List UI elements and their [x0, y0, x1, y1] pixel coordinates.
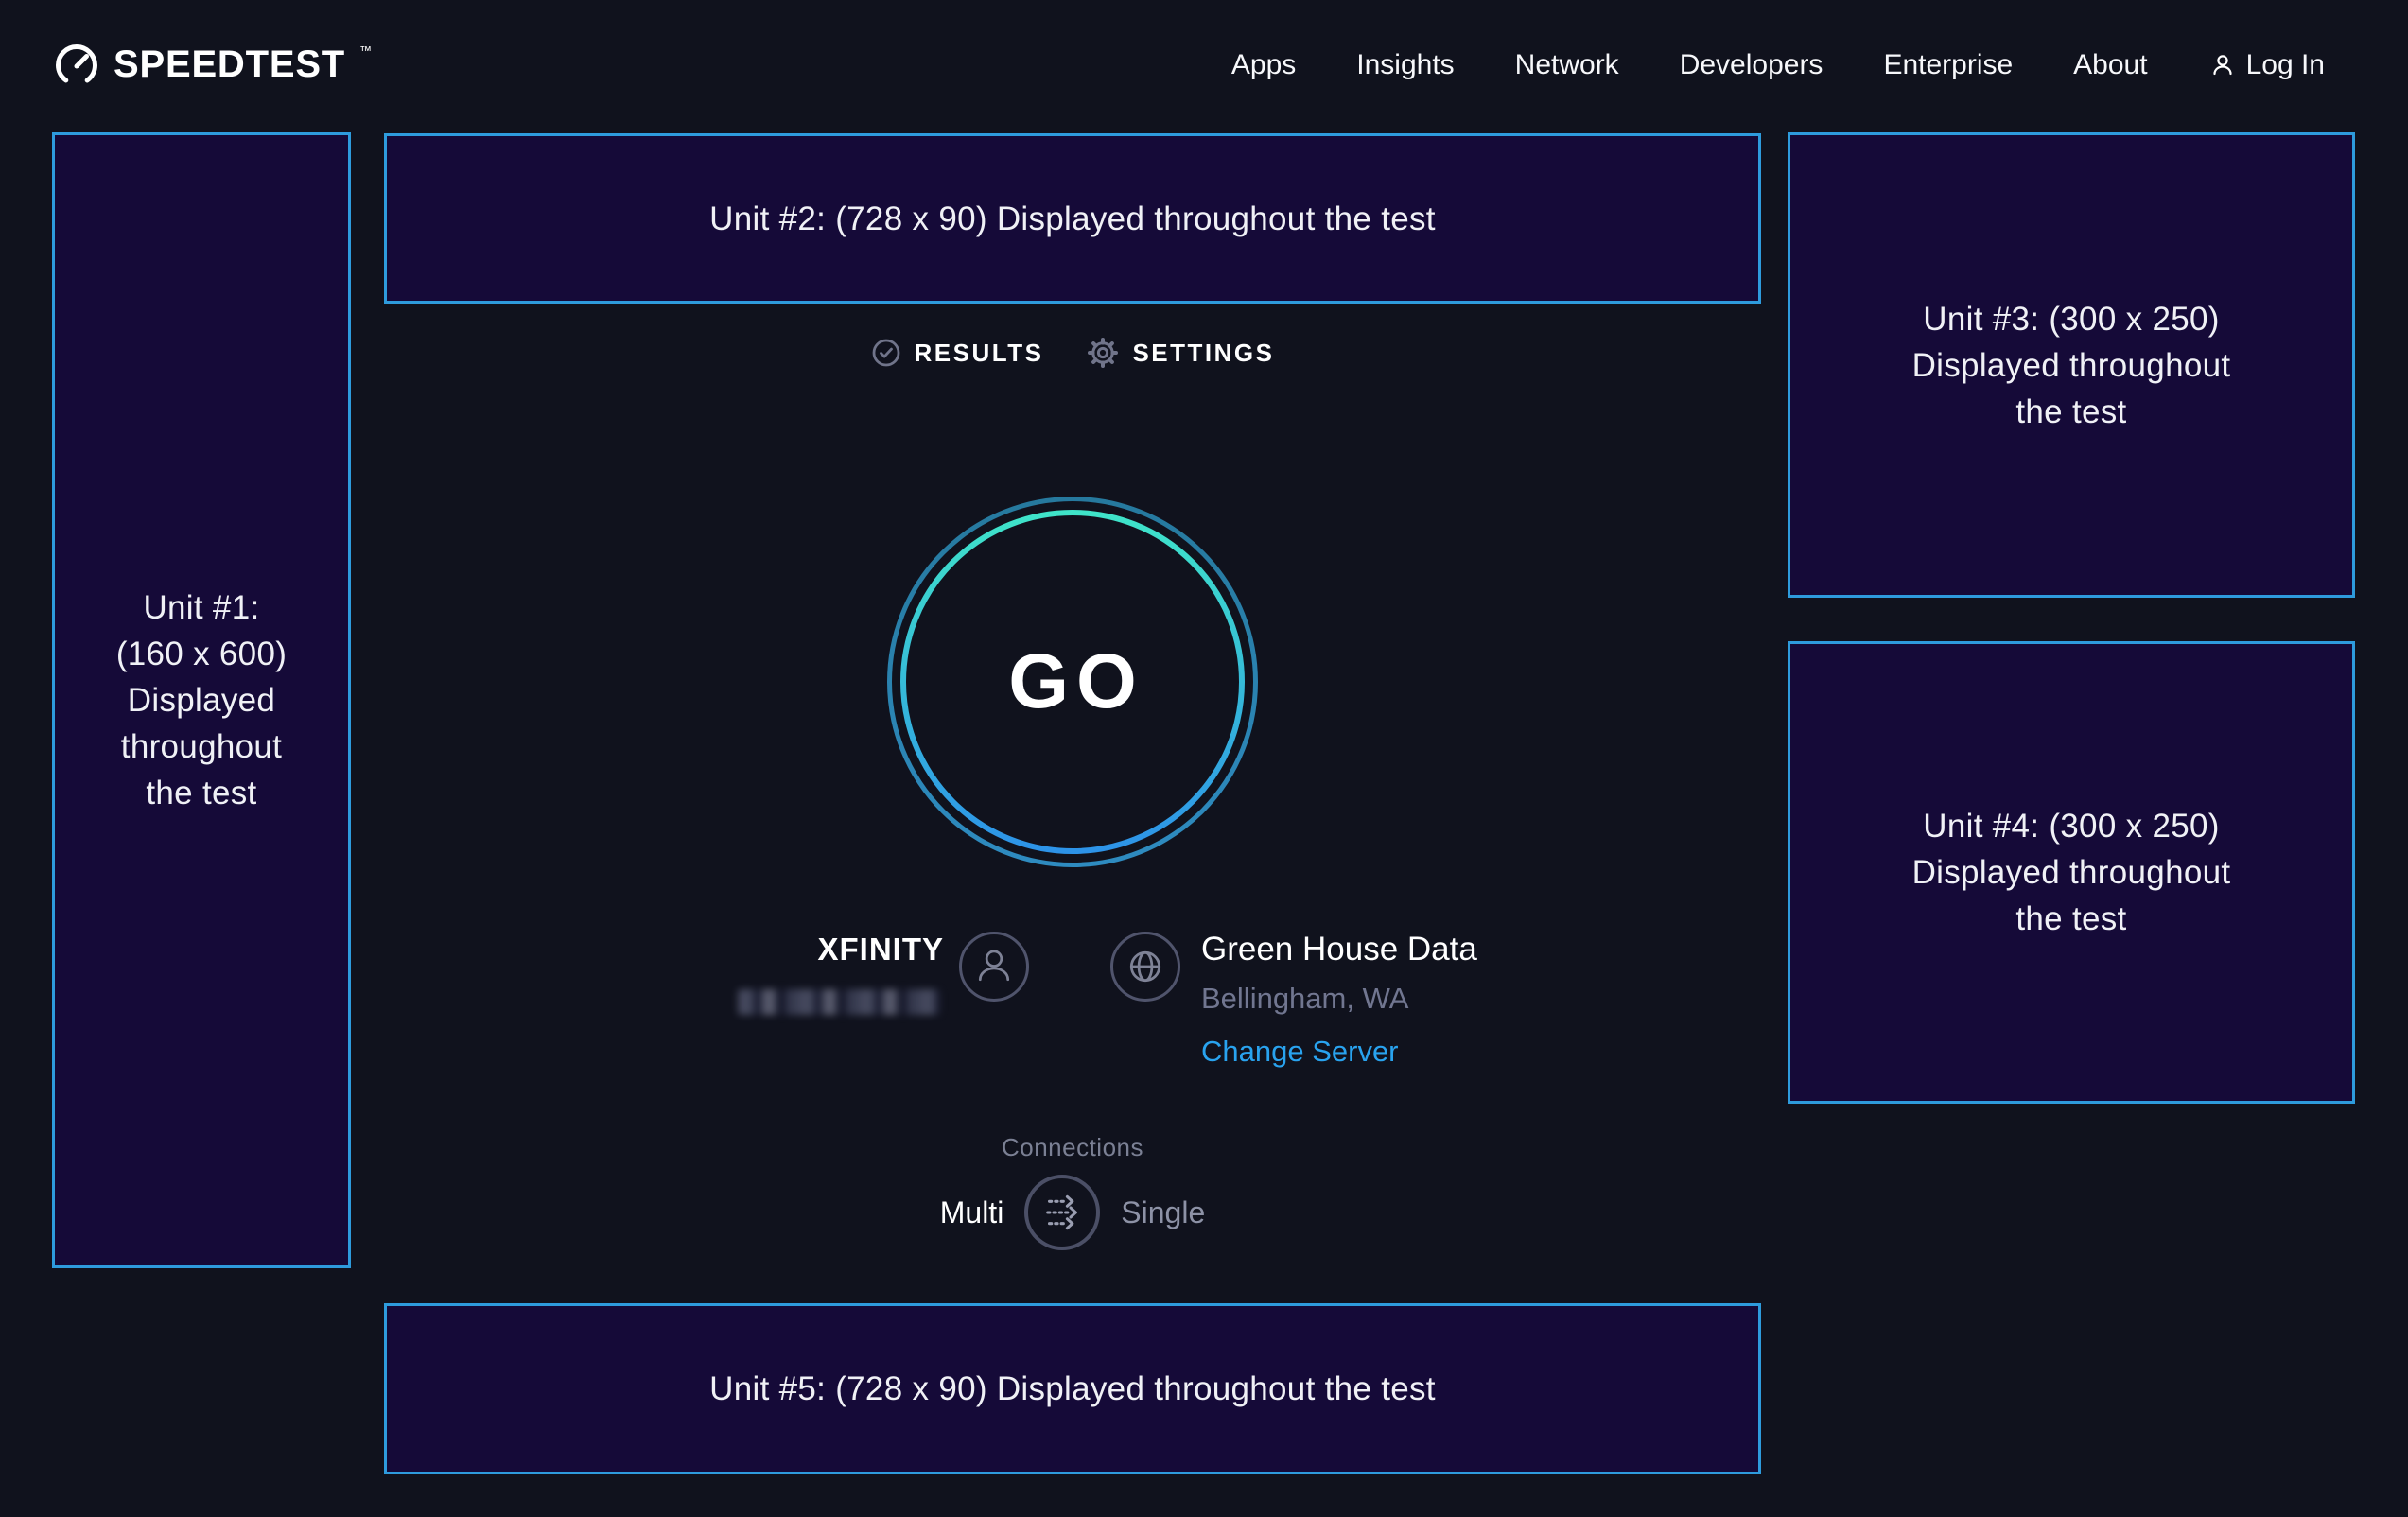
connections-toggle[interactable]: [1024, 1175, 1100, 1250]
go-button[interactable]: GO: [886, 496, 1259, 868]
gear-icon: [1087, 337, 1119, 369]
connections-label: Connections: [384, 1131, 1761, 1163]
tab-settings[interactable]: SETTINGS: [1087, 337, 1274, 369]
ad-unit-4-text: Unit #4: (300 x 250) Displayed throughou…: [1912, 803, 2231, 942]
server-globe-badge[interactable]: [1110, 932, 1180, 1002]
connections-multi-option[interactable]: Multi: [940, 1195, 1004, 1230]
nav-item-network[interactable]: Network: [1515, 49, 1619, 81]
server-info: Green House Data Bellingham, WA Change S…: [1201, 929, 1477, 1071]
login-label: Log In: [2246, 49, 2325, 81]
ad-unit-1[interactable]: Unit #1: (160 x 600) Displayed throughou…: [52, 132, 351, 1268]
tab-results[interactable]: RESULTS: [871, 338, 1044, 368]
speedtest-logo[interactable]: SPEEDTEST ™: [52, 41, 372, 90]
nav-item-developers[interactable]: Developers: [1680, 49, 1823, 81]
ad-unit-2-text: Unit #2: (728 x 90) Displayed throughout…: [709, 196, 1436, 242]
tab-results-label: RESULTS: [915, 339, 1044, 368]
gauge-icon: [52, 41, 101, 90]
ad-unit-5-text: Unit #5: (728 x 90) Displayed throughout…: [709, 1366, 1436, 1412]
login-button[interactable]: Log In: [2208, 49, 2325, 81]
ad-unit-3-text: Unit #3: (300 x 250) Displayed throughou…: [1912, 296, 2231, 435]
nav-item-apps[interactable]: Apps: [1231, 49, 1296, 81]
nav-item-about[interactable]: About: [2073, 49, 2147, 81]
server-name: Green House Data: [1201, 929, 1477, 970]
connections-row: Multi Single: [384, 1175, 1761, 1250]
ip-address-redacted: [738, 989, 940, 1015]
nav-item-insights[interactable]: Insights: [1356, 49, 1454, 81]
multi-connections-icon: [1028, 1175, 1096, 1250]
connections-single-option[interactable]: Single: [1121, 1195, 1205, 1230]
logo-trademark: ™: [359, 44, 372, 58]
ad-unit-2[interactable]: Unit #2: (728 x 90) Displayed throughout…: [384, 133, 1761, 304]
user-icon: [2208, 51, 2237, 79]
globe-icon: [1113, 932, 1178, 1002]
ad-unit-5[interactable]: Unit #5: (728 x 90) Displayed throughout…: [384, 1303, 1761, 1474]
ad-unit-1-text: Unit #1: (160 x 600) Displayed throughou…: [116, 584, 287, 816]
change-server-link[interactable]: Change Server: [1201, 1033, 1477, 1071]
ad-unit-4[interactable]: Unit #4: (300 x 250) Displayed throughou…: [1788, 641, 2355, 1104]
isp-avatar[interactable]: [959, 932, 1029, 1002]
ad-unit-3[interactable]: Unit #3: (300 x 250) Displayed throughou…: [1788, 132, 2355, 598]
tab-settings-label: SETTINGS: [1132, 339, 1274, 368]
nav-item-enterprise[interactable]: Enterprise: [1883, 49, 2013, 81]
logo-text: SPEEDTEST: [113, 44, 345, 86]
top-nav-bar: SPEEDTEST ™ Apps Insights Network Develo…: [52, 0, 2325, 130]
server-location: Bellingham, WA: [1201, 980, 1477, 1018]
go-button-rings: [886, 496, 1259, 868]
check-circle-icon: [871, 338, 901, 368]
isp-name: XFINITY: [662, 931, 944, 968]
person-icon: [962, 932, 1026, 1002]
nav-menu: Apps Insights Network Developers Enterpr…: [1231, 49, 2325, 81]
tabs-row: RESULTS SETTINGS: [384, 337, 1761, 369]
